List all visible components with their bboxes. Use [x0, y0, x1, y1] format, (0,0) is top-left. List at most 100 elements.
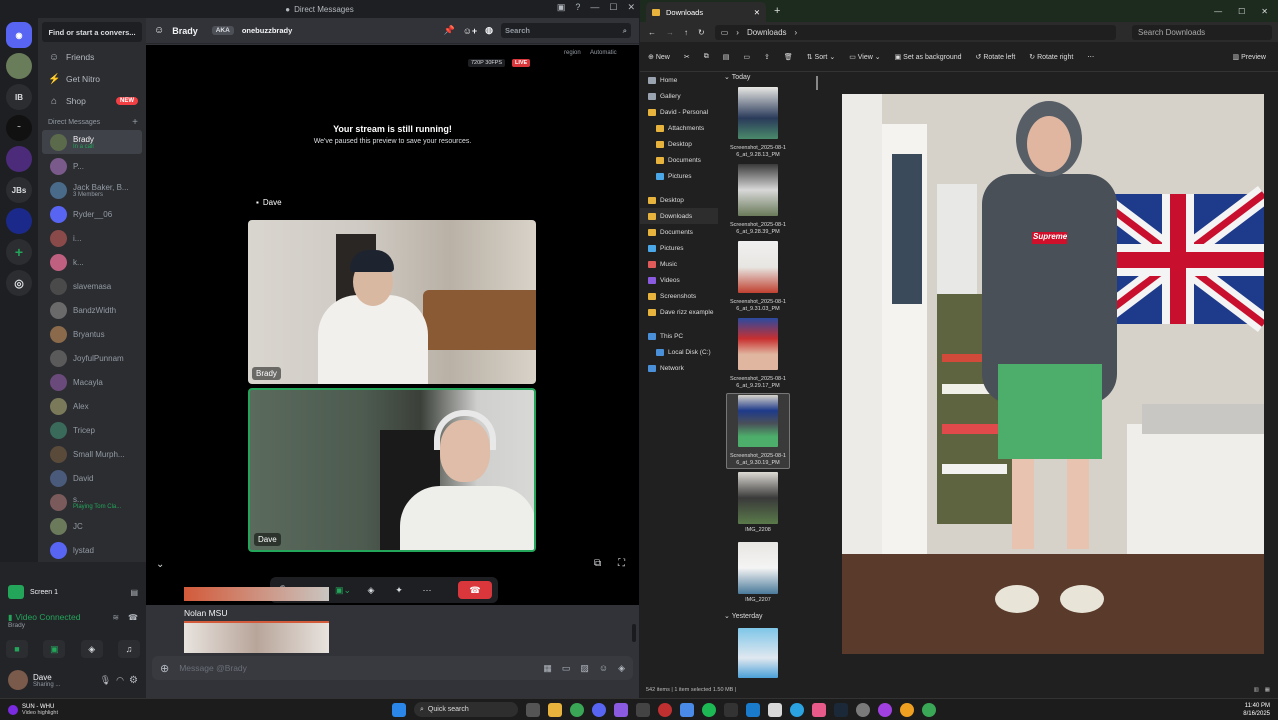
more-options-icon[interactable]: ⋯: [416, 581, 438, 599]
maximize-button[interactable]: ☐: [609, 2, 617, 13]
dm-item[interactable]: Ryder__06: [42, 202, 142, 226]
gift-icon[interactable]: ▦: [543, 663, 552, 674]
paste-icon[interactable]: ▤: [723, 53, 730, 61]
file-thumbnail[interactable]: [738, 241, 778, 293]
explorer-maximize-button[interactable]: ☐: [1238, 7, 1245, 16]
user-info[interactable]: Dave Sharing ...: [33, 673, 60, 688]
stop-share-icon[interactable]: ▤: [130, 588, 138, 597]
chat-scrollbar[interactable]: [632, 624, 636, 642]
tab-downloads[interactable]: Downloads ✕: [646, 2, 766, 22]
app-icon[interactable]: [922, 702, 936, 717]
add-server-icon[interactable]: +: [6, 239, 32, 265]
nav-item[interactable]: Home: [640, 72, 718, 88]
nav-item[interactable]: Downloads: [640, 208, 718, 224]
add-dm-icon[interactable]: +: [132, 117, 138, 128]
file-name[interactable]: Screenshot_2025-08-1 6_at_9.31.03_PM: [723, 299, 793, 313]
app-icon[interactable]: [680, 702, 694, 717]
nav-item[interactable]: This PC: [640, 328, 718, 344]
file-thumbnail[interactable]: [738, 318, 778, 370]
details-view-icon[interactable]: ▥: [1254, 687, 1259, 693]
share-icon[interactable]: ⇪: [764, 53, 770, 61]
server-logo[interactable]: ~: [6, 115, 32, 141]
dm-item[interactable]: BandzWidth: [42, 298, 142, 322]
tiles-view-icon[interactable]: ▦: [1265, 687, 1270, 693]
nav-item[interactable]: Network: [640, 360, 718, 376]
dm-item[interactable]: Bryantus: [42, 322, 142, 346]
settings-gear-icon[interactable]: ⚙: [129, 675, 138, 686]
close-button[interactable]: ✕: [627, 2, 635, 13]
app-icon[interactable]: [878, 702, 892, 717]
apps-icon[interactable]: ◈: [618, 663, 625, 674]
dm-item[interactable]: Brady In a call: [42, 130, 142, 154]
camera-button[interactable]: ■: [6, 640, 28, 658]
discover-icon[interactable]: ◎: [6, 270, 32, 296]
profile-icon[interactable]: ◍: [485, 25, 493, 36]
inbox-icon[interactable]: ▣: [557, 2, 566, 13]
group-yesterday[interactable]: ⌄ Yesterday: [724, 612, 763, 620]
nav-item[interactable]: David - Personal: [640, 104, 718, 120]
spotify-icon[interactable]: [702, 702, 716, 717]
telegram-icon[interactable]: [790, 702, 804, 717]
chat-image[interactable]: [184, 621, 329, 653]
rotate-left-button[interactable]: ↺ Rotate left: [976, 53, 1016, 61]
group-today[interactable]: ⌄ Today: [724, 73, 750, 81]
nav-item[interactable]: Desktop: [640, 192, 718, 208]
file-thumbnail[interactable]: [738, 87, 778, 139]
dm-item[interactable]: Small Murph...: [42, 442, 142, 466]
add-friends-icon[interactable]: ☺+: [463, 26, 477, 36]
rename-icon[interactable]: ▭: [743, 53, 750, 61]
search-input[interactable]: Search ⌕: [501, 23, 631, 38]
start-icon[interactable]: [392, 702, 406, 717]
soundboard-button[interactable]: ♫: [117, 640, 140, 658]
dm-item[interactable]: i...: [42, 226, 142, 250]
popout-icon[interactable]: ⧉: [594, 558, 601, 569]
nav-shop[interactable]: ⌂ Shop NEW: [38, 90, 146, 112]
home-discord-icon[interactable]: ◉: [6, 22, 32, 48]
dm-item[interactable]: Macayla: [42, 370, 142, 394]
file-list-scrollbar[interactable]: [816, 76, 818, 90]
file-explorer-icon[interactable]: [548, 702, 562, 717]
new-button[interactable]: ⊕ New: [648, 53, 670, 61]
user-avatar[interactable]: [8, 670, 28, 690]
sort-button[interactable]: ⇅ Sort ⌄: [807, 53, 835, 61]
refresh-icon[interactable]: ↻: [698, 28, 705, 37]
server-ib[interactable]: IB: [6, 84, 32, 110]
nav-item[interactable]: Screenshots: [640, 288, 718, 304]
end-call-button[interactable]: ☎: [458, 581, 492, 599]
explorer-minimize-button[interactable]: —: [1214, 7, 1222, 16]
explorer-close-button[interactable]: ✕: [1261, 7, 1268, 16]
file-thumbnail[interactable]: [738, 395, 778, 447]
up-arrow-icon[interactable]: ↑: [684, 28, 688, 37]
dm-item[interactable]: Alex: [42, 394, 142, 418]
voice-channel-name[interactable]: Brady: [8, 622, 138, 629]
explorer-search-input[interactable]: Search Downloads: [1132, 24, 1272, 40]
server-jbs[interactable]: JBs: [6, 177, 32, 203]
file-thumbnail[interactable]: [738, 164, 778, 216]
nav-item[interactable]: Music: [640, 256, 718, 272]
file-thumbnail[interactable]: [738, 628, 778, 678]
nav-item[interactable]: Documents: [640, 152, 718, 168]
collapse-chevron-icon[interactable]: ⌄: [156, 559, 164, 570]
nav-item[interactable]: Pictures: [640, 168, 718, 184]
nav-item[interactable]: Videos: [640, 272, 718, 288]
taskbar-search[interactable]: ⌕ Quick search: [414, 702, 518, 717]
forward-arrow-icon[interactable]: →: [666, 28, 674, 37]
app-icon[interactable]: [724, 702, 738, 717]
dm-item[interactable]: Jack Baker, B... 3 Members: [42, 178, 142, 202]
app-icon[interactable]: [614, 702, 628, 717]
screen-share-button[interactable]: ▣: [43, 640, 66, 658]
noise-suppression-icon[interactable]: ≋: [112, 613, 119, 622]
close-tab-icon[interactable]: ✕: [754, 8, 760, 17]
file-name[interactable]: Screenshot_2025-08-1 6_at_9.30.19_PM: [723, 453, 793, 467]
app-icon[interactable]: [768, 702, 782, 717]
chrome-icon[interactable]: [570, 702, 584, 717]
file-name[interactable]: Screenshot_2025-08-1 6_at_9.28.39_PM: [723, 222, 793, 236]
cut-icon[interactable]: ✂: [684, 53, 690, 61]
steam-icon[interactable]: [834, 702, 848, 717]
dm-item[interactable]: s... Playing Tom Cla...: [42, 490, 142, 514]
file-name[interactable]: IMG_2207: [723, 597, 793, 604]
dm-item[interactable]: P...: [42, 154, 142, 178]
dm-item[interactable]: lystad: [42, 538, 142, 562]
video-tile-dave[interactable]: Dave: [248, 388, 536, 552]
activities-button[interactable]: ◈: [80, 640, 103, 658]
